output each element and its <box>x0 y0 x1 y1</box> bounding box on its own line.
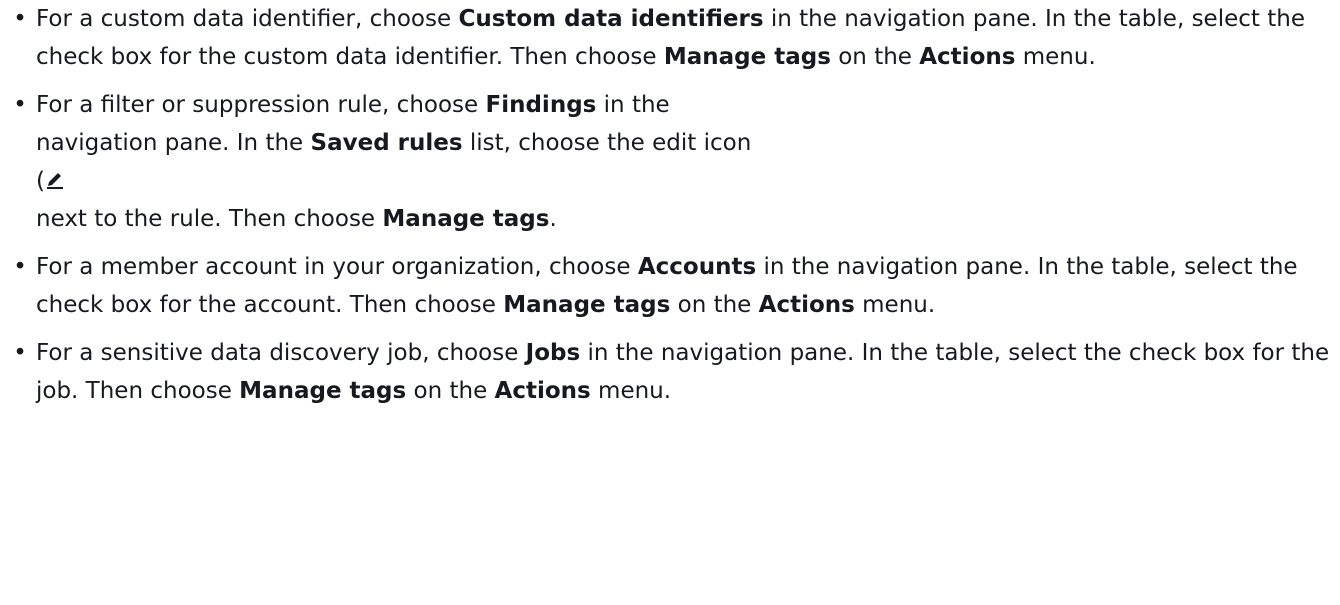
item-line-1: For a filter or suppression rule, choose… <box>36 92 670 118</box>
bullet <box>12 86 28 124</box>
ui-term-accounts: Accounts <box>637 254 757 280</box>
item-line-2: navigation pane. In the Saved rules list… <box>36 130 752 156</box>
instruction-list: For a custom data identifier, choose Cus… <box>10 0 1330 420</box>
ui-term-manage-tags: Manage tags <box>239 378 407 404</box>
ui-term-manage-tags: Manage tags <box>382 206 550 232</box>
ui-term-custom-data-identifiers: Custom data identifiers <box>458 6 764 32</box>
item-text: For a member account in your organizatio… <box>36 254 1298 318</box>
item-line-3: ( <box>36 162 1330 200</box>
list-item-custom-data-identifier: For a custom data identifier, choose Cus… <box>10 0 1330 76</box>
ui-term-findings: Findings <box>485 92 597 118</box>
bullet <box>12 334 28 372</box>
ui-term-manage-tags: Manage tags <box>503 292 671 318</box>
ui-term-jobs: Jobs <box>525 340 581 366</box>
edit-pencil-icon <box>46 173 63 189</box>
ui-term-actions: Actions <box>758 292 855 318</box>
list-item-member-account: For a member account in your organizatio… <box>10 248 1330 324</box>
ui-term-manage-tags: Manage tags <box>663 44 831 70</box>
list-item-discovery-job: For a sensitive data discovery job, choo… <box>10 334 1330 410</box>
ui-term-actions: Actions <box>919 44 1016 70</box>
ui-term-saved-rules: Saved rules <box>310 130 463 156</box>
item-text: For a sensitive data discovery job, choo… <box>36 340 1330 404</box>
bullet <box>12 0 28 38</box>
item-text: For a custom data identifier, choose Cus… <box>36 6 1305 70</box>
item-line-4: next to the rule. Then choose Manage tag… <box>36 206 557 232</box>
list-item-filter-rule: For a filter or suppression rule, choose… <box>10 86 1330 238</box>
bullet <box>12 248 28 286</box>
ui-term-actions: Actions <box>494 378 591 404</box>
